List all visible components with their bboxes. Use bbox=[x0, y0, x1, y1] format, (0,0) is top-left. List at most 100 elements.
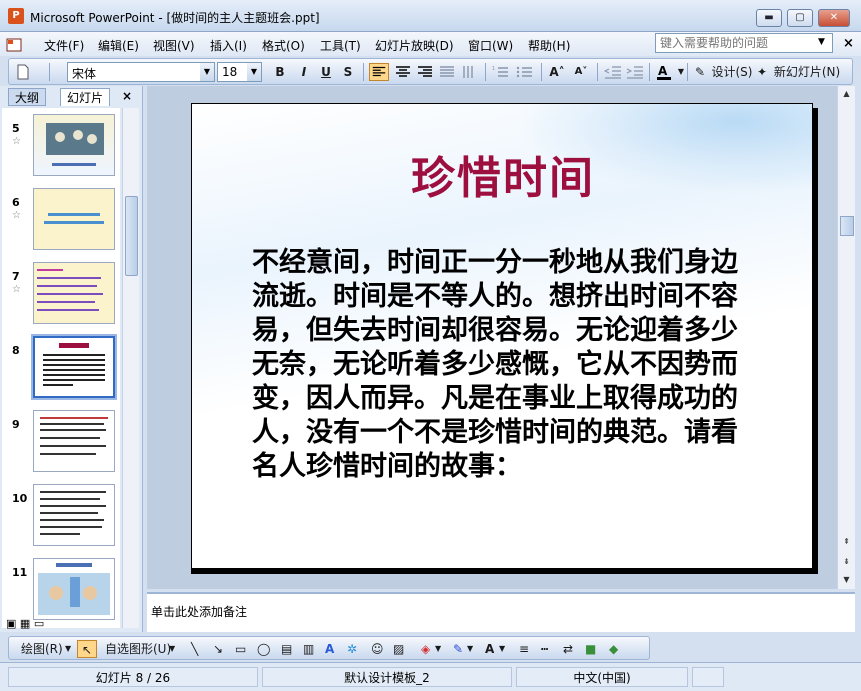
help-dropdown-icon[interactable]: ▼ bbox=[818, 37, 825, 47]
slide-thumbnail-list[interactable]: 5 ☆ 6 ☆ 7 ☆ 8 9 10 11 bbox=[2, 108, 120, 628]
close-button[interactable]: ✕ bbox=[818, 9, 850, 27]
slide-thumbnail-9[interactable] bbox=[33, 410, 115, 472]
slide-number: 6 bbox=[12, 196, 20, 209]
bullets-icon[interactable] bbox=[515, 63, 535, 81]
bold-button[interactable]: B bbox=[273, 63, 287, 81]
arrow-icon[interactable]: ↘ bbox=[213, 640, 223, 658]
decrease-indent-icon[interactable] bbox=[603, 63, 623, 81]
menu-window[interactable]: 窗口(W) bbox=[468, 37, 513, 54]
diagram-icon[interactable]: ✲ bbox=[347, 640, 357, 658]
scroll-thumb[interactable] bbox=[840, 216, 854, 236]
menu-slideshow[interactable]: 幻灯片放映(D) bbox=[375, 37, 454, 54]
chevron-down-icon[interactable]: ▼ bbox=[467, 640, 473, 658]
menu-format[interactable]: 格式(O) bbox=[262, 37, 305, 54]
picture-icon[interactable]: ▨ bbox=[393, 640, 404, 658]
numbering-icon[interactable]: 1 bbox=[491, 63, 511, 81]
tab-outline[interactable]: 大纲 bbox=[8, 88, 47, 106]
new-slide-button[interactable]: 新幻灯片(N) bbox=[771, 63, 843, 81]
tab-slides[interactable]: 幻灯片 bbox=[60, 88, 111, 106]
document-icon[interactable] bbox=[6, 38, 24, 52]
chevron-down-icon[interactable]: ▼ bbox=[677, 63, 685, 81]
menu-file[interactable]: 文件(F) bbox=[44, 37, 84, 54]
dash-style-icon[interactable]: ┅ bbox=[541, 640, 548, 658]
textbox-icon[interactable]: ▤ bbox=[281, 640, 292, 658]
line-icon[interactable]: ╲ bbox=[191, 640, 198, 658]
font-name-select[interactable]: 宋体 ▼ bbox=[67, 62, 215, 82]
scroll-down-icon[interactable]: ▼ bbox=[838, 572, 855, 588]
slide-body-text[interactable]: 不经意间，时间正一分一秒地从我们身边流逝。时间是不等人的。想挤出时间不容易，但失… bbox=[252, 246, 752, 484]
font-name-value: 宋体 bbox=[72, 67, 97, 81]
text-direction-icon[interactable] bbox=[459, 63, 479, 81]
chevron-down-icon[interactable]: ▼ bbox=[65, 640, 71, 658]
vertical-textbox-icon[interactable]: ▥ bbox=[303, 640, 314, 658]
slide-thumbnail-5[interactable] bbox=[33, 114, 115, 176]
minimize-button[interactable]: ▬ bbox=[756, 9, 782, 27]
increase-font-size-icon[interactable]: A˄ bbox=[547, 63, 567, 81]
slide-title[interactable]: 珍惜时间 bbox=[192, 142, 812, 206]
line-color-icon[interactable]: ✎ bbox=[453, 640, 463, 658]
slide-sorter-view-icon[interactable]: ▦ bbox=[20, 617, 30, 630]
pane-tabs: 大纲 幻灯片 × bbox=[2, 88, 140, 106]
font-size-select[interactable]: 18 ▼ bbox=[217, 62, 262, 82]
3d-style-icon[interactable]: ◆ bbox=[609, 640, 618, 658]
normal-view-icon[interactable]: ▣ bbox=[6, 617, 16, 630]
slide-thumbnail-11[interactable] bbox=[33, 558, 115, 620]
animation-star-icon: ☆ bbox=[12, 284, 21, 295]
select-pointer-icon[interactable]: ↖ bbox=[77, 640, 97, 658]
rectangle-icon[interactable]: ▭ bbox=[235, 640, 246, 658]
align-center-icon[interactable] bbox=[393, 63, 413, 81]
draw-menu-button[interactable]: 绘图(R) bbox=[21, 640, 63, 658]
chevron-down-icon[interactable]: ▼ bbox=[169, 640, 175, 658]
scroll-thumb[interactable] bbox=[125, 196, 138, 276]
line-style-icon[interactable]: ≡ bbox=[519, 640, 529, 658]
clipart-icon[interactable]: ☺ bbox=[371, 640, 384, 658]
help-search-input[interactable] bbox=[655, 33, 833, 53]
design-button[interactable]: 设计(S) bbox=[709, 63, 755, 81]
slide-thumbnail-10[interactable] bbox=[33, 484, 115, 546]
thumbnail-scrollbar[interactable] bbox=[122, 108, 139, 628]
menu-view[interactable]: 视图(V) bbox=[153, 37, 195, 54]
menu-insert[interactable]: 插入(I) bbox=[210, 37, 247, 54]
increase-indent-icon[interactable] bbox=[625, 63, 645, 81]
shadow-style-icon[interactable]: ■ bbox=[585, 640, 596, 658]
powerpoint-app-icon[interactable]: P bbox=[8, 8, 24, 24]
next-slide-icon[interactable]: ⇟ bbox=[838, 554, 855, 570]
distribute-icon[interactable] bbox=[437, 63, 457, 81]
chevron-down-icon[interactable]: ▼ bbox=[247, 63, 261, 81]
slide-10-preview bbox=[40, 491, 106, 535]
underline-button[interactable]: U bbox=[319, 63, 333, 81]
slideshow-view-icon[interactable]: ▭ bbox=[34, 617, 44, 630]
autoshapes-button[interactable]: 自选图形(U) bbox=[105, 640, 171, 658]
slide-thumbnail-6[interactable] bbox=[33, 188, 115, 250]
new-document-icon[interactable] bbox=[15, 63, 31, 81]
slide-thumbnail-7[interactable] bbox=[33, 262, 115, 324]
oval-icon[interactable]: ◯ bbox=[257, 640, 270, 658]
text-shadow-button[interactable]: S bbox=[341, 63, 355, 81]
slide-thumbnail-8[interactable] bbox=[31, 334, 117, 400]
menu-help[interactable]: 帮助(H) bbox=[528, 37, 570, 54]
align-right-icon[interactable] bbox=[415, 63, 435, 81]
chevron-down-icon[interactable]: ▼ bbox=[200, 63, 214, 81]
italic-button[interactable]: I bbox=[297, 63, 311, 81]
current-slide[interactable]: 珍惜时间 不经意间，时间正一分一秒地从我们身边流逝。时间是不等人的。想挤出时间不… bbox=[191, 103, 813, 569]
font-color-icon[interactable]: A bbox=[485, 640, 494, 658]
chevron-down-icon[interactable]: ▼ bbox=[499, 640, 505, 658]
align-left-icon[interactable] bbox=[369, 63, 389, 81]
scroll-up-icon[interactable]: ▲ bbox=[838, 86, 855, 102]
slide-scrollbar[interactable]: ▲ ⇞ ⇟ ▼ bbox=[837, 86, 855, 589]
slide-number: 9 bbox=[12, 418, 20, 431]
menu-edit[interactable]: 编辑(E) bbox=[98, 37, 139, 54]
previous-slide-icon[interactable]: ⇞ bbox=[838, 534, 855, 550]
font-color-icon[interactable]: A bbox=[655, 63, 677, 81]
menu-tools[interactable]: 工具(T) bbox=[320, 37, 361, 54]
wordart-icon[interactable]: A bbox=[325, 640, 334, 658]
decrease-font-size-icon[interactable]: A˅ bbox=[571, 63, 591, 81]
chevron-down-icon[interactable]: ▼ bbox=[435, 640, 441, 658]
window-title: Microsoft PowerPoint - [做时间的主人主题班会.ppt] bbox=[30, 11, 320, 25]
document-close-button[interactable]: × bbox=[843, 36, 854, 51]
fill-color-icon[interactable]: ◈ bbox=[421, 640, 430, 658]
notes-pane[interactable]: 单击此处添加备注 bbox=[147, 592, 855, 632]
pane-close-icon[interactable]: × bbox=[122, 89, 132, 103]
maximize-button[interactable]: ▢ bbox=[787, 9, 813, 27]
arrow-style-icon[interactable]: ⇄ bbox=[563, 640, 573, 658]
